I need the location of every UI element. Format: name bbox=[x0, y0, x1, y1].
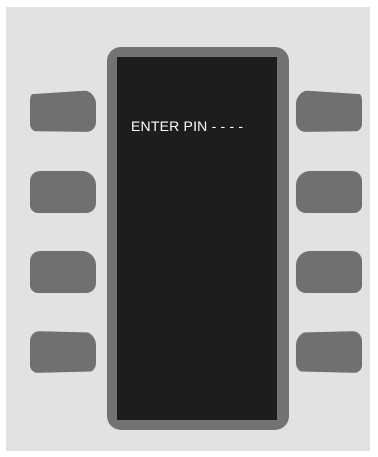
left-softkey-1[interactable] bbox=[30, 90, 96, 132]
display-screen: ENTER PIN - - - - bbox=[117, 57, 277, 420]
pin-prompt-label: ENTER PIN bbox=[131, 118, 208, 134]
left-softkey-2[interactable] bbox=[30, 171, 96, 213]
left-softkey-3[interactable] bbox=[30, 251, 96, 293]
screen-bezel: ENTER PIN - - - - bbox=[107, 47, 289, 430]
left-softkey-4[interactable] bbox=[30, 331, 96, 373]
right-softkey-3[interactable] bbox=[296, 251, 362, 293]
right-softkey-4[interactable] bbox=[296, 331, 362, 373]
right-softkey-1[interactable] bbox=[296, 90, 362, 132]
pin-prompt: ENTER PIN - - - - bbox=[131, 118, 243, 134]
pin-entry-mask: - - - - bbox=[211, 118, 244, 134]
right-softkey-2[interactable] bbox=[296, 171, 362, 213]
atm-panel: ENTER PIN - - - - bbox=[6, 7, 370, 451]
